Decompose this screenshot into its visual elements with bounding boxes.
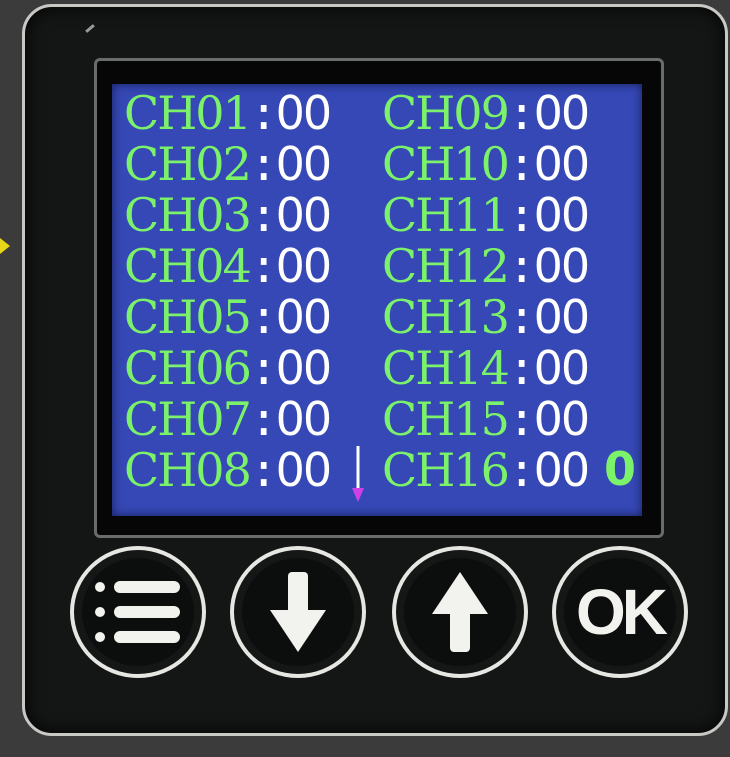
channel-row: CH01:00 (124, 86, 333, 140)
channel-value: 00 (533, 341, 591, 395)
side-marker (0, 238, 10, 254)
channel-value: 00 (533, 188, 591, 242)
channel-separator: : (507, 341, 536, 395)
channel-separator: : (249, 239, 278, 293)
channel-label: CH07 (124, 392, 252, 446)
channel-separator: : (507, 290, 536, 344)
channel-value: 00 (533, 86, 591, 140)
channel-label: CH12 (382, 239, 510, 293)
channel-separator: : (249, 341, 278, 395)
down-arrow-cursor-icon (352, 446, 364, 502)
channel-separator: : (249, 188, 278, 242)
channel-value: 00 (533, 137, 591, 191)
channel-separator: : (507, 137, 536, 191)
channel-separator: : (507, 239, 536, 293)
down-button[interactable] (230, 546, 366, 678)
channel-label: CH02 (124, 137, 252, 191)
channel-separator: : (249, 443, 278, 497)
menu-list-icon (95, 581, 180, 643)
channel-separator: : (249, 86, 278, 140)
channel-row: CH05:00 (124, 290, 333, 344)
channel-value: 00 (275, 188, 333, 242)
channel-label: CH11 (382, 188, 510, 242)
channel-label: CH04 (124, 239, 252, 293)
channel-row: CH14:00 (382, 341, 591, 395)
channel-label: CH14 (382, 341, 510, 395)
channel-row: CH03:00 (124, 188, 333, 242)
channel-row: CH12:00 (382, 239, 591, 293)
channel-row: CH04:00 (124, 239, 333, 293)
channel-label: CH16 (382, 443, 510, 497)
channel-label: CH08 (124, 443, 252, 497)
channel-row: CH15:00 (382, 392, 591, 446)
channel-row: CH07:00 (124, 392, 333, 446)
channel-value: 00 (533, 290, 591, 344)
menu-button[interactable] (70, 546, 206, 678)
channel-value: 00 (275, 392, 333, 446)
channel-value: 00 (533, 392, 591, 446)
channel-value: 00 (275, 443, 333, 497)
channel-row: CH06:00 (124, 341, 333, 395)
channel-value: 00 (275, 341, 333, 395)
channel-row: CH16:00 (382, 443, 591, 497)
channel-value: 00 (275, 290, 333, 344)
channel-row: CH11:00 (382, 188, 591, 242)
channel-separator: : (507, 392, 536, 446)
bezel-scratch (85, 24, 95, 33)
channel-label: CH03 (124, 188, 252, 242)
channel-row: CH08:00 (124, 443, 333, 497)
channel-label: CH05 (124, 290, 252, 344)
channel-column-right: CH09:00 CH10:00 CH11:00 CH12:00 CH13:00 … (382, 86, 591, 497)
arrow-up-icon (432, 572, 488, 652)
channel-column-left: CH01:00 CH02:00 CH03:00 CH04:00 CH05:00 … (124, 86, 333, 497)
channel-row: CH09:00 (382, 86, 591, 140)
channel-label: CH06 (124, 341, 252, 395)
channel-value: 00 (533, 239, 591, 293)
channel-separator: : (507, 86, 536, 140)
channel-separator: : (507, 443, 536, 497)
channel-separator: : (249, 137, 278, 191)
channel-label: CH09 (382, 86, 510, 140)
channel-value: 00 (275, 86, 333, 140)
channel-row: CH13:00 (382, 290, 591, 344)
channel-label: CH15 (382, 392, 510, 446)
ok-label: OK (576, 576, 668, 648)
lcd-screen: CH01:00 CH02:00 CH03:00 CH04:00 CH05:00 … (112, 84, 642, 516)
channel-separator: : (507, 188, 536, 242)
channel-label: CH13 (382, 290, 510, 344)
arrow-down-icon (270, 572, 326, 652)
channel-label: CH10 (382, 137, 510, 191)
ok-button[interactable]: OK (552, 546, 688, 678)
channel-value: 00 (275, 239, 333, 293)
channel-value: 00 (533, 443, 591, 497)
page-counter: 0 (603, 442, 636, 496)
channel-value: 00 (275, 137, 333, 191)
channel-separator: : (249, 392, 278, 446)
up-button[interactable] (392, 546, 528, 678)
channel-label: CH01 (124, 86, 252, 140)
channel-row: CH10:00 (382, 137, 591, 191)
channel-row: CH02:00 (124, 137, 333, 191)
channel-separator: : (249, 290, 278, 344)
